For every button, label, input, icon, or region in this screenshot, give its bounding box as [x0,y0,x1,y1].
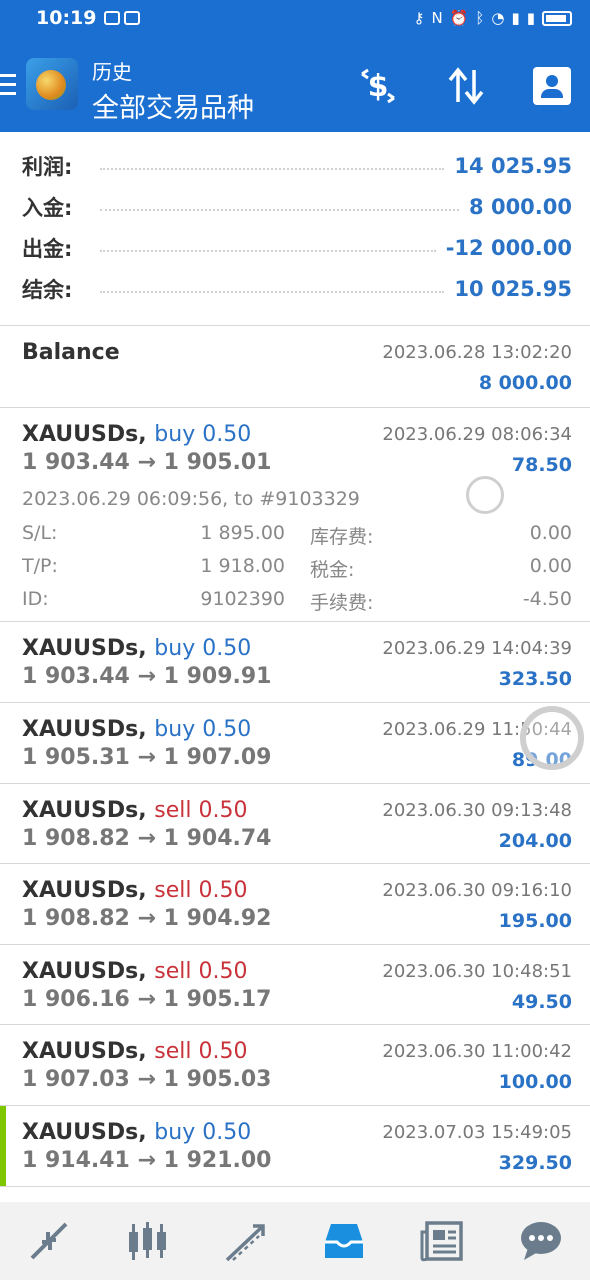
id-label: ID: [22,588,49,610]
deal-time: 2023.06.30 11:00:42 [382,1041,572,1062]
selected-indicator [0,1106,6,1186]
deal-prices: 1 908.82 → 1 904.74 [22,826,272,851]
deal-symbol: XAUUSDs, [22,636,147,661]
messages-icon[interactable] [511,1211,571,1271]
trade-icon[interactable] [216,1211,276,1271]
key-icon: ⚷ [413,9,425,27]
deal-row[interactable]: XAUUSDs, sell 0.50 1 906.16 → 1 905.17 2… [0,945,590,1025]
deal-prices: 1 905.31 → 1 907.09 [22,745,272,770]
summary-profit-row: 利润: 14 025.95 [22,154,572,179]
deal-symbol: XAUUSDs, [22,1039,147,1064]
deal-row[interactable]: XAUUSDs, sell 0.50 1 907.03 → 1 905.03 2… [0,1025,590,1106]
summary-withdrawal-row: 出金: -12 000.00 [22,236,572,261]
deal-side: sell 0.50 [154,798,248,823]
deal-time: 2023.06.30 09:13:48 [382,800,572,821]
signal-icon: ▮ [511,9,520,27]
tax-label: 税金: [310,559,355,581]
summary-balance-row: 结余: 10 025.95 [22,277,572,302]
deal-row[interactable]: XAUUSDs, buy 0.50 1 905.31 → 1 907.09 20… [0,703,590,784]
id-value: 9102390 [200,588,285,610]
sl-value: 1 895.00 [200,522,285,544]
deal-symbol: XAUUSDs, [22,798,147,823]
deal-symbol: XAUUSDs, [22,1120,147,1145]
quotes-icon[interactable] [19,1211,79,1271]
deal-side: buy 0.50 [154,1120,252,1145]
wifi-icon: ◔ [491,9,505,27]
deal-row[interactable]: XAUUSDs, buy 0.50 1 914.41 → 1 921.00 20… [0,1106,590,1187]
deal-time: 2023.07.03 15:49:05 [382,1122,572,1143]
deal-symbol: XAUUSDs, [22,422,147,447]
history-icon[interactable] [314,1211,374,1271]
battery-icon [542,10,572,26]
balance-row[interactable]: Balance 2023.06.28 13:02:20 8 000.00 [0,326,590,408]
symbol-filter[interactable]: 全部交易品种 [92,86,254,125]
deal-row-expanded[interactable]: XAUUSDs, buy 0.50 1 903.44 → 1 905.01 20… [0,408,590,622]
summary-deposit-row: 入金: 8 000.00 [22,195,572,220]
bottom-navigation [0,1202,590,1280]
page-title: 历史 [92,60,132,84]
deal-time: 2023.06.29 14:04:39 [382,638,572,659]
deal-prices: 1 908.82 → 1 904.92 [22,906,272,931]
tp-value: 1 918.00 [200,555,285,577]
deal-prices: 1 907.03 → 1 905.03 [22,1067,272,1092]
touch-indicator [466,476,504,514]
deal-side: buy 0.50 [154,717,252,742]
notification-icon [124,11,141,25]
fee-label: 手续费: [310,592,374,614]
deal-profit: 323.50 [498,668,572,690]
deal-side: sell 0.50 [154,959,248,984]
signal-icon-2: ▮ [526,9,535,27]
sl-label: S/L: [22,522,58,544]
chart-icon[interactable] [117,1211,177,1271]
news-icon[interactable] [412,1211,472,1271]
deal-profit: 204.00 [498,830,572,852]
balance-title: Balance [22,340,120,365]
deal-time: 2023.06.29 08:06:34 [382,424,572,445]
deal-row[interactable]: XAUUSDs, sell 0.50 1 908.82 → 1 904.92 2… [0,864,590,945]
deal-profit: 195.00 [498,910,572,932]
menu-icon[interactable] [0,74,16,96]
deal-prices: 1 914.41 → 1 921.00 [22,1148,272,1173]
deal-symbol: XAUUSDs, [22,959,147,984]
status-bar: 10:19 ⚷ N ⏰ ᛒ ◔ ▮ ▮ [0,0,590,36]
deal-side: buy 0.50 [154,636,252,661]
account-icon[interactable] [530,64,574,108]
deal-profit: 8 000.00 [478,372,572,394]
svg-text:$: $ [368,69,389,104]
deal-profit: 78.50 [511,454,572,476]
deal-profit: 100.00 [498,1071,572,1093]
swap-label: 库存费: [310,526,374,548]
deal-row[interactable]: XAUUSDs, buy 0.50 1 903.44 → 1 909.91 20… [0,622,590,703]
video-icon [104,11,121,25]
deal-symbol: XAUUSDs, [22,878,147,903]
deal-side: buy 0.50 [154,422,252,447]
deal-time: 2023.06.30 10:48:51 [382,961,572,982]
deal-open-info: 2023.06.29 06:09:56, to #9103329 [22,488,360,510]
deal-prices: 1 903.44 → 1 905.01 [22,450,272,475]
deal-row[interactable]: XAUUSDs, sell 0.50 1 908.82 → 1 904.74 2… [0,784,590,864]
deal-side: sell 0.50 [154,1039,248,1064]
deal-profit: 329.50 [498,1152,572,1174]
tp-label: T/P: [22,555,58,577]
dollar-sync-icon[interactable]: $ [356,64,400,108]
app-logo [26,58,78,110]
fee-value: -4.50 [522,588,572,610]
deal-side: sell 0.50 [154,878,248,903]
nfc-icon: N [431,9,443,27]
touch-indicator [520,706,584,770]
deal-prices: 1 903.44 → 1 909.91 [22,664,272,689]
deal-time: 2023.06.28 13:02:20 [382,342,572,363]
summary-panel: 利润: 14 025.95 入金: 8 000.00 出金: -12 000.0… [0,132,590,326]
deal-profit: 49.50 [511,991,572,1013]
swap-value: 0.00 [529,522,572,544]
deal-time: 2023.06.30 09:16:10 [382,880,572,901]
app-bar: 历史 全部交易品种 $ [0,36,590,132]
alarm-icon: ⏰ [449,9,469,27]
bluetooth-icon: ᛒ [475,9,485,27]
deal-symbol: XAUUSDs, [22,717,147,742]
status-time: 10:19 [36,7,97,29]
sort-icon[interactable] [444,64,488,108]
deal-prices: 1 906.16 → 1 905.17 [22,987,272,1012]
tax-value: 0.00 [529,555,572,577]
